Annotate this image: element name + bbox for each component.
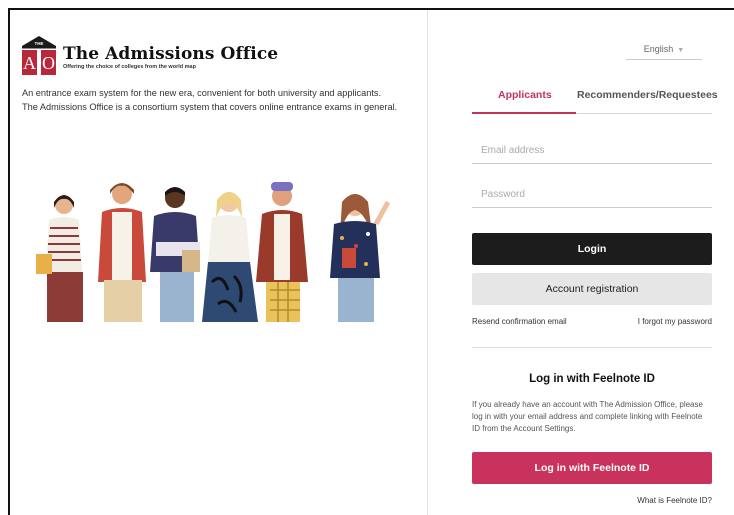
what-is-feelnote-link-text[interactable]: What is Feelnote ID? <box>637 496 712 505</box>
intro-text: An entrance exam system for the new era,… <box>22 87 417 114</box>
feelnote-heading: Log in with Feelnote ID <box>529 373 655 385</box>
forgot-password-link[interactable]: I forgot my password <box>638 317 712 326</box>
account-registration-button[interactable]: Account registration <box>472 273 712 305</box>
intro-line-1: An entrance exam system for the new era,… <box>22 88 382 98</box>
email-input[interactable] <box>472 138 712 164</box>
section-divider <box>472 347 712 348</box>
svg-text:O: O <box>42 53 55 73</box>
panel-divider <box>427 10 428 515</box>
students-illustration <box>22 172 402 332</box>
logo-mark-top: THE <box>35 41 44 46</box>
password-input[interactable] <box>472 182 712 208</box>
person-2-figure <box>98 183 146 322</box>
brand-tagline: Offering the choice of colleges from the… <box>63 64 196 70</box>
logo-mark-icon: THE A O <box>22 36 56 76</box>
language-selected: English <box>643 44 674 54</box>
person-1-figure <box>36 195 83 322</box>
language-selector[interactable]: English ▼ <box>626 42 702 60</box>
brand-title: The Admissions Office <box>63 44 279 64</box>
person-5-figure <box>256 182 308 322</box>
tab-applicants[interactable]: Applicants <box>498 89 552 101</box>
login-tabs: Applicants Recommenders/Requestees <box>472 82 718 114</box>
person-3-figure <box>150 187 200 322</box>
svg-text:A: A <box>23 53 36 73</box>
active-tab-indicator <box>472 112 576 114</box>
resend-confirmation-link[interactable]: Resend confirmation email <box>472 317 567 326</box>
feelnote-description: If you already have an account with The … <box>472 400 703 433</box>
what-is-feelnote-link: What is Feelnote ID? <box>472 496 712 505</box>
tab-recommenders-requestees[interactable]: Recommenders/Requestees <box>577 89 718 101</box>
person-6-figure <box>330 194 391 322</box>
login-button[interactable]: Login <box>472 233 712 265</box>
feelnote-login-button[interactable]: Log in with Feelnote ID <box>472 452 712 484</box>
brand-logo[interactable]: THE A O The Admissions Office Offering t… <box>22 36 278 76</box>
intro-line-2: The Admissions Office is a consortium sy… <box>22 101 398 112</box>
person-4-figure <box>202 192 258 322</box>
chevron-down-icon: ▼ <box>677 47 685 54</box>
